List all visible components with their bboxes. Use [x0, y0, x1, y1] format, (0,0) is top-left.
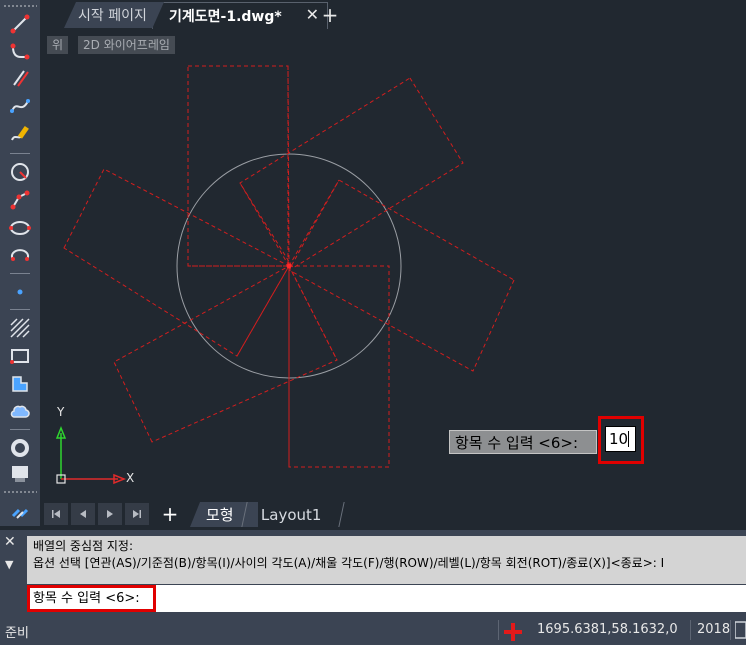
chevron-down-icon[interactable]: ▼ [5, 558, 13, 571]
add-layout-button[interactable]: + [158, 502, 182, 526]
toolbar-grip[interactable] [3, 491, 37, 493]
tab-model-label: 모형 [206, 506, 234, 524]
ellipse-arc-icon[interactable] [5, 244, 35, 268]
tab-start-page[interactable]: 시작 페이지 [64, 2, 164, 28]
command-history-line: 옵션 선택 [연관(AS)/기준점(B)/항목(I)/사이의 각도(A)/채울 … [33, 556, 665, 570]
draw-toolbar [0, 0, 40, 500]
item-count-input[interactable]: 10 [605, 426, 636, 452]
toolbar-separator [10, 273, 30, 274]
center-spoke [288, 179, 340, 267]
ucs-y-label: Y [57, 405, 65, 419]
line-icon[interactable] [5, 12, 35, 36]
tab-layout1-label: Layout1 [261, 505, 322, 524]
close-icon[interactable]: ✕ [4, 534, 16, 550]
multiline-icon[interactable] [5, 66, 35, 90]
command-history: 배열의 중심점 지정: 옵션 선택 [연관(AS)/기준점(B)/항목(I)/사… [27, 536, 746, 584]
array-rectangle-5 [113, 265, 338, 443]
donut-icon[interactable] [5, 436, 35, 460]
array-center-point [286, 263, 292, 269]
tab-start-label: 시작 페이지 [78, 8, 147, 24]
ucs-icon [55, 425, 127, 485]
coordinate-readout[interactable]: 1695.6381,58.1632,0 [537, 622, 678, 637]
spline-icon[interactable] [5, 94, 35, 118]
next-icon [107, 510, 113, 518]
version-label[interactable]: 2018 [697, 622, 730, 637]
toolbar-separator [10, 153, 30, 154]
tab-layout1[interactable]: Layout1 [241, 502, 345, 527]
center-spoke [288, 265, 338, 361]
toolbar-separator [10, 429, 30, 430]
status-ready-text: 준비 [5, 626, 29, 641]
point-icon[interactable] [5, 280, 35, 304]
connect-icon[interactable] [0, 500, 40, 526]
last-icon [133, 510, 141, 518]
sketch-icon[interactable] [5, 122, 35, 146]
status-divider [730, 620, 731, 640]
status-bar: 준비 1695.6381,58.1632,0 2018 [0, 614, 746, 645]
ucs-x-label: X [126, 471, 135, 485]
first-layout-button[interactable] [44, 503, 68, 525]
new-tab-button[interactable]: + [318, 2, 342, 28]
cloud-icon[interactable] [5, 400, 35, 424]
arc-icon[interactable] [5, 188, 35, 212]
document-tab-bar: 시작 페이지 기계도면-1.dwg* ✕ + [40, 0, 746, 30]
region-icon[interactable] [5, 372, 35, 396]
previous-icon [80, 510, 86, 518]
command-history-line: 배열의 중심점 지정: [33, 539, 133, 553]
menu-icon[interactable] [735, 620, 746, 640]
item-count-value: 10 [609, 430, 629, 448]
status-divider [690, 620, 691, 640]
toolbar-separator [10, 309, 30, 310]
circle-icon[interactable] [5, 160, 35, 184]
polyline-icon[interactable] [5, 40, 35, 64]
tab-drawing-label: 기계도면-1.dwg* [169, 9, 282, 25]
tab-drawing[interactable]: 기계도면-1.dwg* ✕ [152, 2, 328, 29]
wipeout-icon[interactable] [5, 462, 35, 486]
toolbar-grip[interactable] [3, 5, 37, 7]
layout-tab-bar: + 모형 Layout1 [40, 500, 746, 528]
ellipse-icon[interactable] [5, 216, 35, 240]
rectangle-icon[interactable] [5, 344, 35, 368]
dynamic-input-prompt: 항목 수 입력 <6>: [449, 430, 597, 454]
first-icon [52, 510, 60, 518]
array-rectangle-6 [63, 168, 290, 357]
last-layout-button[interactable] [125, 503, 149, 525]
hatch-icon[interactable] [5, 316, 35, 340]
previous-layout-button[interactable] [71, 503, 95, 525]
status-divider [498, 620, 499, 640]
next-layout-button[interactable] [98, 503, 122, 525]
close-icon[interactable]: ✕ [306, 5, 319, 24]
command-prompt: 항목 수 입력 <6>: [27, 585, 156, 612]
text-caret [628, 431, 630, 447]
crosshair-icon[interactable] [503, 622, 523, 642]
